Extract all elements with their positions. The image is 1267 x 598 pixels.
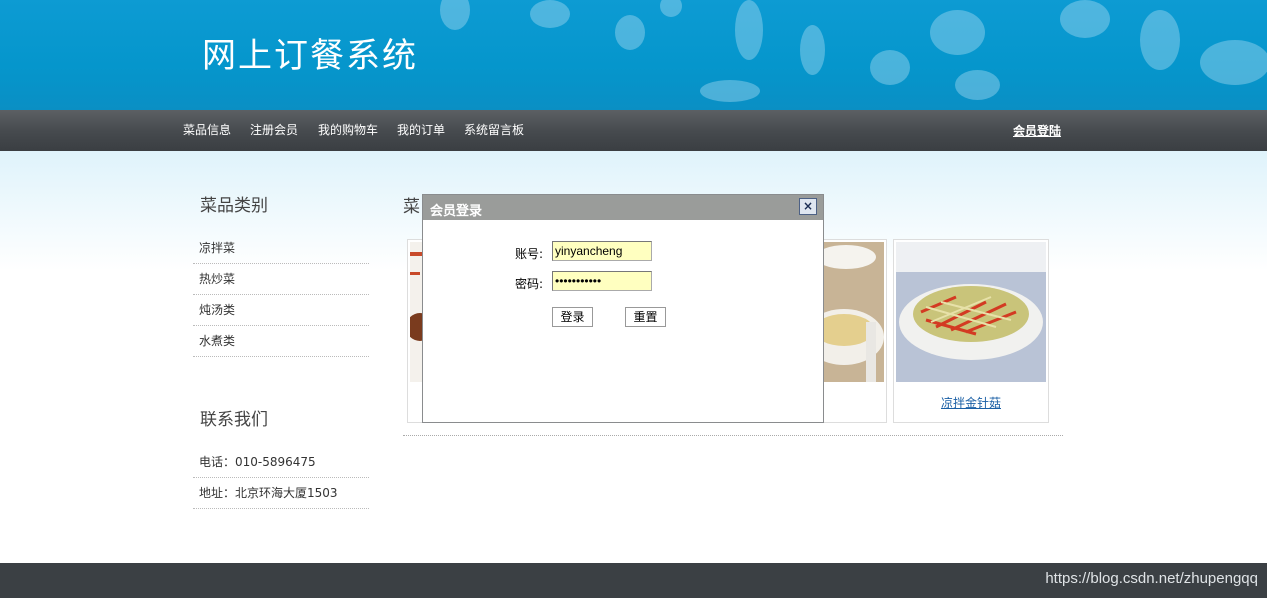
contact-address: 地址：北京环海大厦1503 — [193, 478, 369, 509]
category-item-cold-dishes[interactable]: 凉拌菜 — [193, 233, 369, 264]
dish-card[interactable]: 凉拌金针菇 — [893, 239, 1049, 423]
contact-title: 联系我们 — [200, 410, 268, 430]
category-item-soups[interactable]: 炖汤类 — [193, 295, 369, 326]
watermark-text: https://blog.csdn.net/zhupengqq — [1045, 570, 1258, 587]
category-title: 菜品类别 — [200, 196, 268, 216]
nav-register[interactable]: 注册会员 — [250, 121, 298, 138]
site-header: 网上订餐系统 — [0, 0, 1267, 110]
category-list: 凉拌菜 热炒菜 炖汤类 水煮类 — [193, 233, 369, 357]
category-item-stir-fry[interactable]: 热炒菜 — [193, 264, 369, 295]
main-nav: 菜品信息 注册会员 我的购物车 我的订单 系统留言板 会员登陆 — [0, 110, 1267, 151]
nav-member-login[interactable]: 会员登陆 — [1013, 122, 1061, 139]
password-label: 密码: — [515, 277, 544, 291]
nav-message-board[interactable]: 系统留言板 — [464, 121, 524, 138]
nav-my-orders[interactable]: 我的订单 — [397, 121, 445, 138]
login-dialog: 会员登录 × 账号: 密码: 登录 重置 — [422, 194, 824, 423]
contact-list: 电话：010-5896475 地址：北京环海大厦1503 — [193, 447, 369, 509]
site-footer: https://blog.csdn.net/zhupengqq — [0, 563, 1267, 598]
password-input[interactable] — [552, 271, 652, 291]
close-icon[interactable]: × — [799, 198, 817, 215]
account-label: 账号: — [515, 247, 544, 261]
dish-image[interactable] — [896, 242, 1046, 382]
dialog-title: 会员登录 — [430, 204, 483, 219]
contact-phone: 电话：010-5896475 — [193, 447, 369, 478]
nav-dish-info[interactable]: 菜品信息 — [183, 121, 231, 138]
dish-name-link[interactable]: 凉拌金针菇 — [894, 394, 1048, 411]
login-button[interactable]: 登录 — [552, 307, 593, 327]
dialog-titlebar[interactable]: 会员登录 × — [423, 195, 823, 220]
reset-button[interactable]: 重置 — [625, 307, 666, 327]
nav-cart[interactable]: 我的购物车 — [318, 121, 378, 138]
site-title: 网上订餐系统 — [202, 36, 418, 76]
account-input[interactable] — [552, 241, 652, 261]
main-section-title: 菜 — [403, 197, 420, 217]
category-item-boiled[interactable]: 水煮类 — [193, 326, 369, 357]
main-divider — [403, 435, 1063, 436]
